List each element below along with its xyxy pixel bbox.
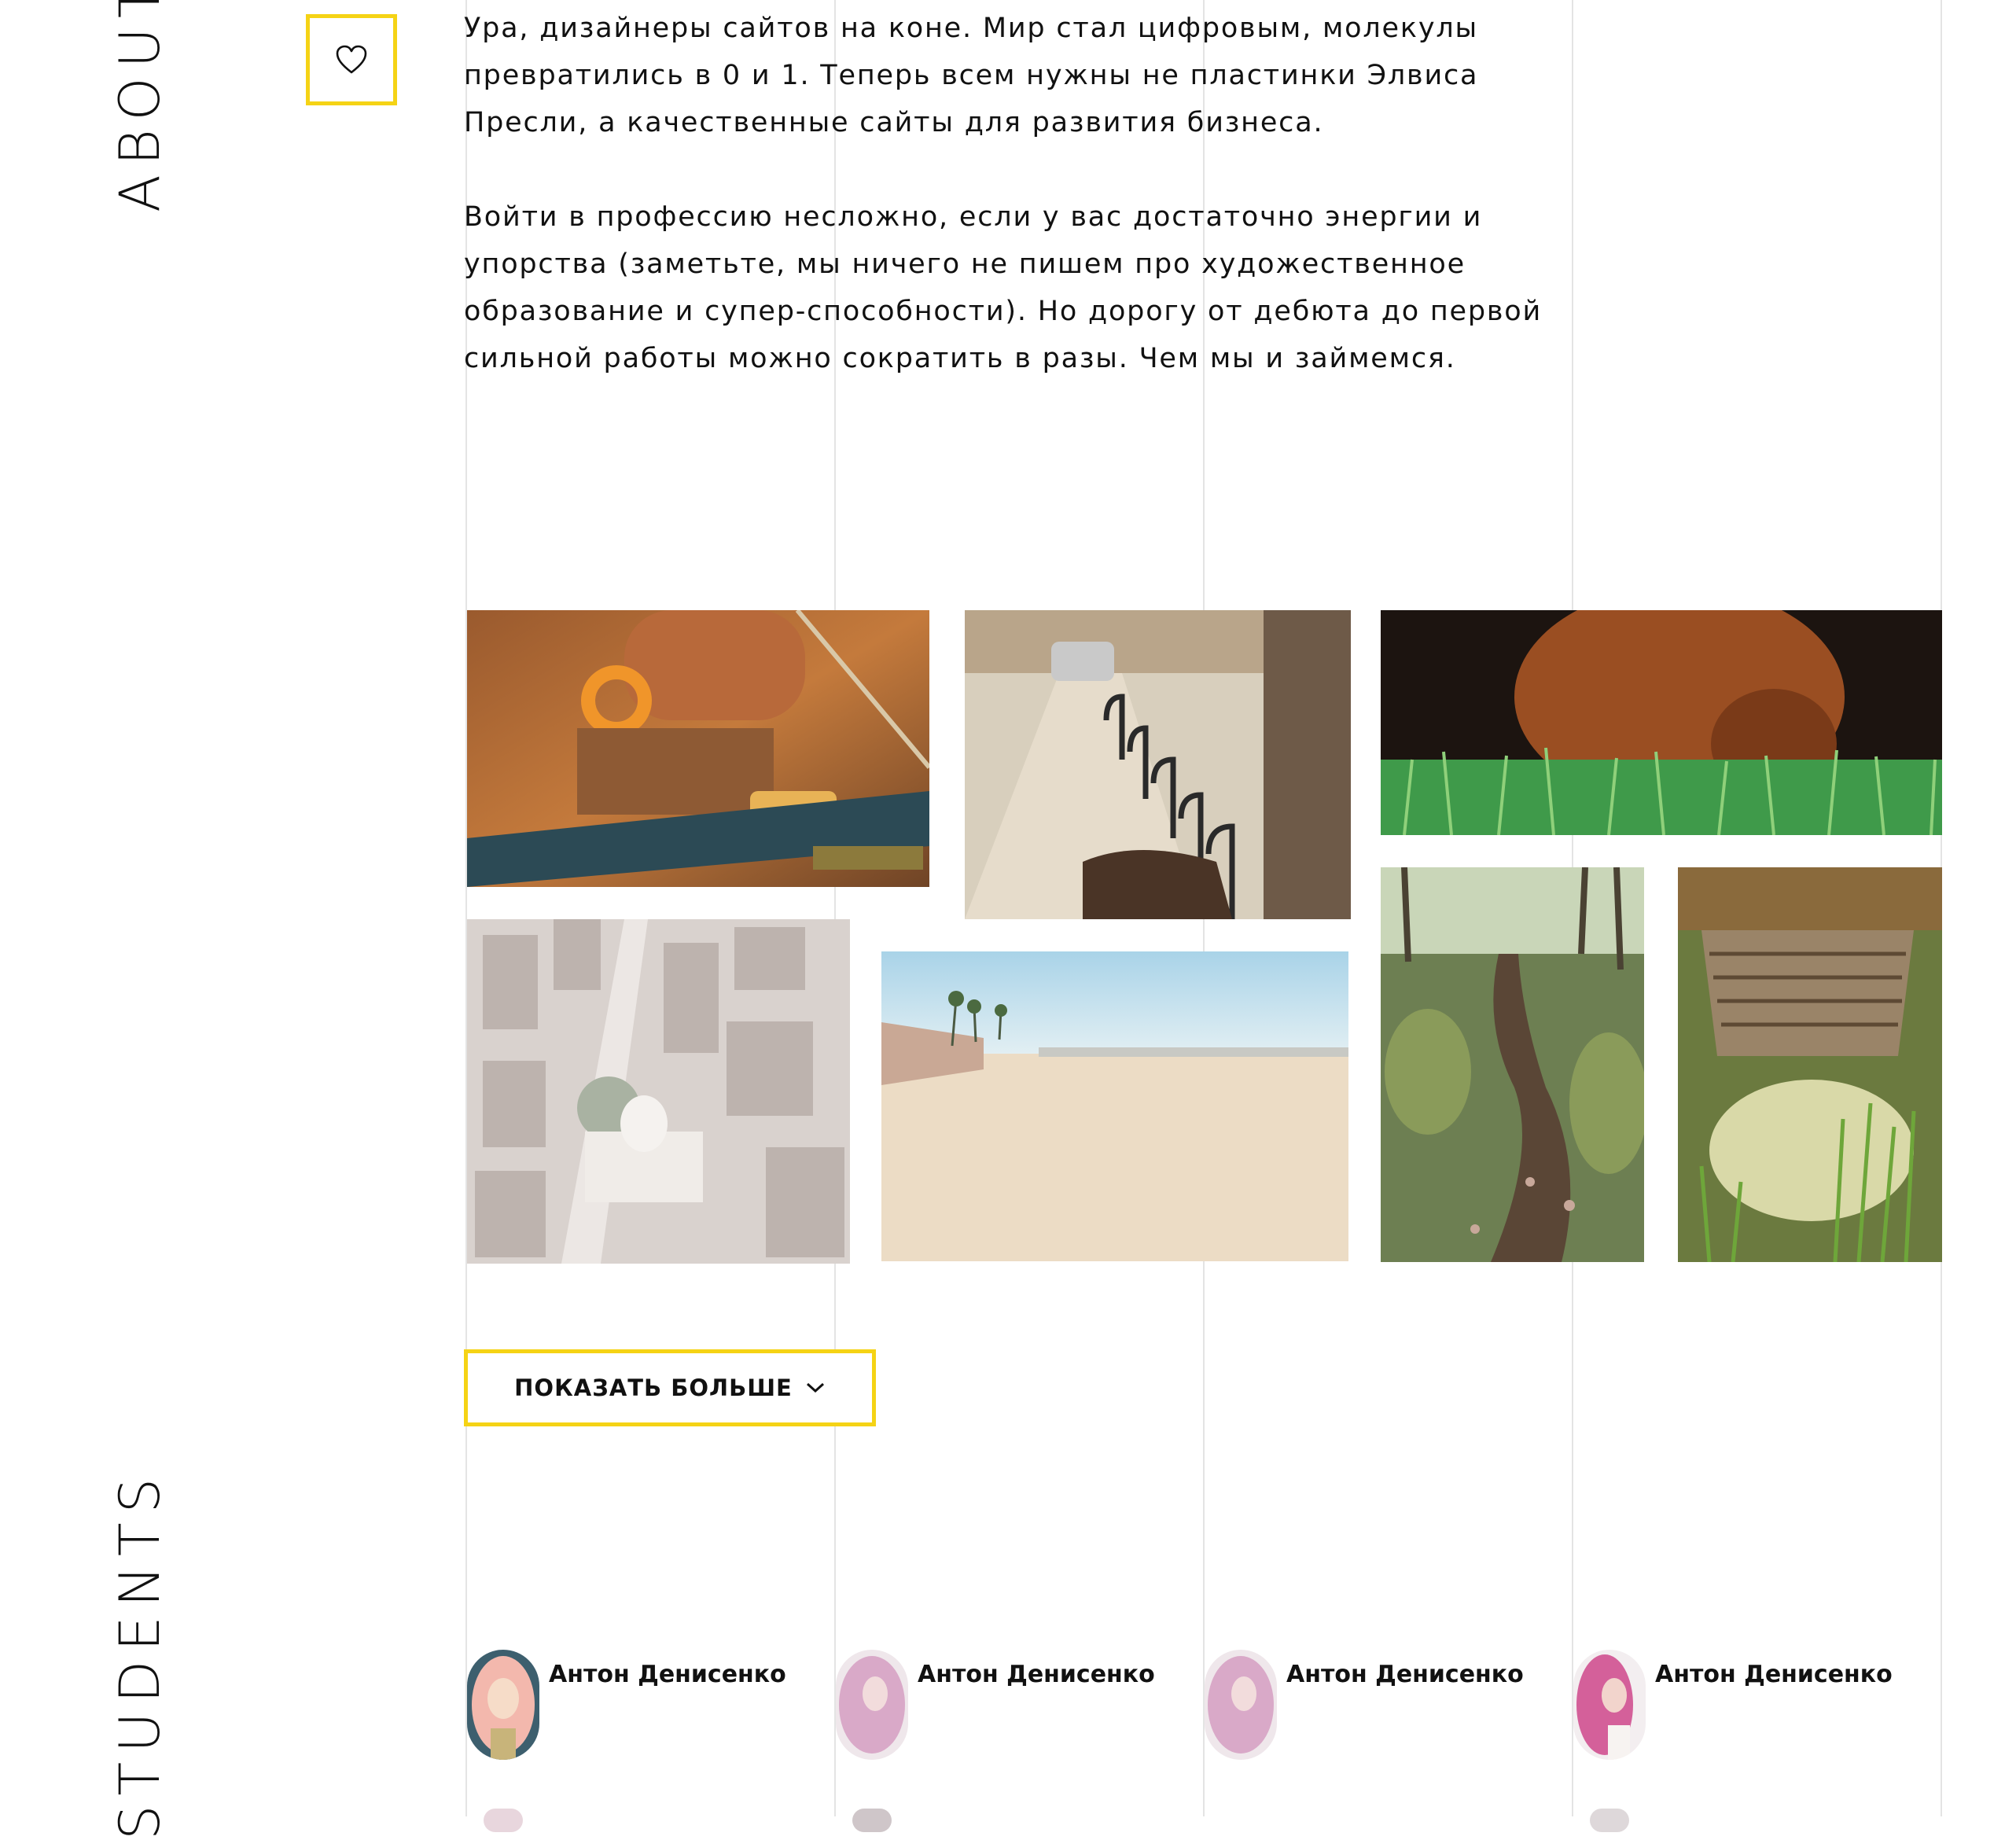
about-text: Ура, дизайнеры сайтов на коне. Мир стал … [464, 5, 1549, 382]
student-name: Антон Денисенко [549, 1661, 786, 1688]
chevron-down-icon [806, 1382, 824, 1393]
avatar [1573, 1650, 1646, 1760]
avatar [1590, 1809, 1629, 1832]
about-paragraph: Ура, дизайнеры сайтов на коне. Мир стал … [464, 13, 1479, 138]
avatar [852, 1809, 892, 1832]
photo-forest-path[interactable] [1381, 867, 1644, 1262]
photo-beach[interactable] [881, 951, 1348, 1261]
heart-icon [336, 45, 367, 74]
photo-city-aerial[interactable] [467, 919, 850, 1264]
photo-bicycles-street[interactable] [965, 610, 1351, 919]
student-name: Антон Денисенко [1655, 1661, 1893, 1688]
show-more-button[interactable]: ПОКАЗАТЬ БОЛЬШЕ [464, 1349, 876, 1426]
about-paragraph: Войти в профессию несложно, если у вас д… [464, 201, 1543, 374]
photo-boat[interactable] [467, 610, 929, 887]
student-card[interactable]: Антон Денисенко [1205, 1650, 1524, 1760]
student-name: Антон Денисенко [1286, 1661, 1524, 1688]
section-title-students: STUDENTS [108, 1468, 172, 1840]
student-card[interactable]: Антон Денисенко [1573, 1650, 1893, 1760]
avatar [467, 1650, 539, 1760]
favorite-button[interactable] [306, 14, 397, 105]
avatar [836, 1650, 908, 1760]
student-name: Антон Денисенко [918, 1661, 1155, 1688]
show-more-label: ПОКАЗАТЬ БОЛЬШЕ [514, 1374, 793, 1401]
student-card[interactable]: Антон Денисенко [836, 1650, 1155, 1760]
avatar [484, 1809, 523, 1832]
section-title-about: ABOUT [108, 0, 172, 212]
photo-wooden-pier[interactable] [1678, 867, 1942, 1262]
student-card[interactable]: Антон Денисенко [467, 1650, 786, 1760]
photo-dog-grass[interactable] [1381, 610, 1942, 835]
avatar [1205, 1650, 1277, 1760]
